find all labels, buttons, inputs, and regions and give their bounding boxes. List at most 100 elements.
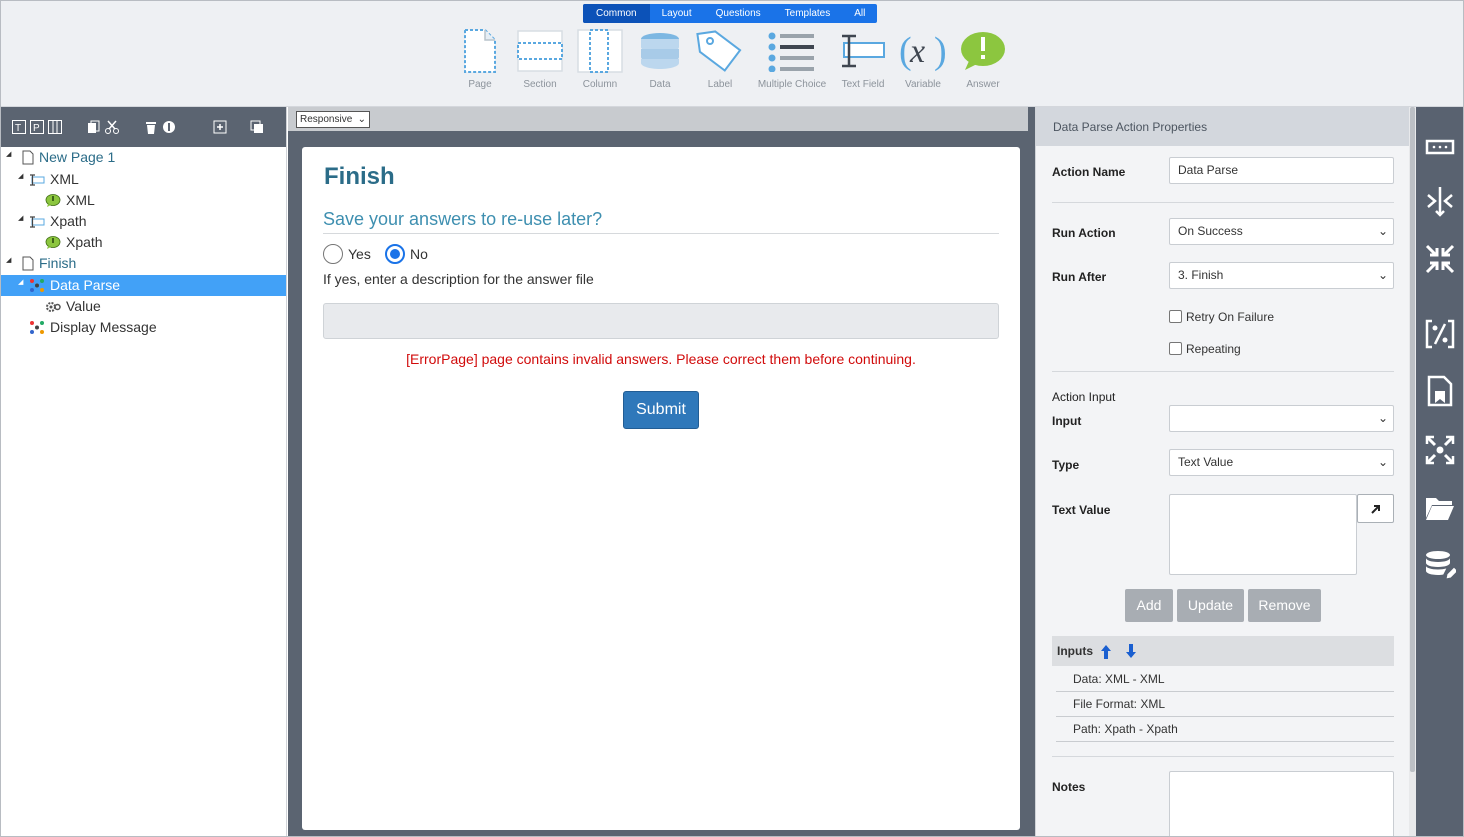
input-select[interactable]: ⌄ xyxy=(1169,405,1394,432)
tab-templates[interactable]: Templates xyxy=(773,4,843,23)
tab-questions[interactable]: Questions xyxy=(704,4,773,23)
textfield-icon xyxy=(30,216,45,228)
chevron-down-icon: ⌄ xyxy=(357,114,366,125)
columns-mode-icon[interactable] xyxy=(47,120,62,135)
properties-header: Data Parse Action Properties xyxy=(1036,107,1409,146)
merge-icon[interactable] xyxy=(1422,183,1458,219)
collapse-icon[interactable]: ◢ xyxy=(6,253,11,269)
tree-item-xml-field[interactable]: ◢ XML xyxy=(1,169,286,190)
tree-item-value[interactable]: Value xyxy=(1,296,286,317)
tree-item-finish[interactable]: ◢ Finish xyxy=(1,253,286,274)
tag-icon xyxy=(680,25,760,77)
tool-label[interactable]: Label xyxy=(680,25,760,90)
chevron-down-icon: ⌄ xyxy=(1377,224,1388,238)
description-input[interactable] xyxy=(323,303,999,339)
layout-select[interactable]: Responsive ⌄ xyxy=(296,111,370,128)
repeating-checkbox[interactable] xyxy=(1169,342,1182,355)
radio-no[interactable] xyxy=(385,244,405,264)
collapse-icon[interactable]: ◢ xyxy=(18,169,23,185)
delete-icon[interactable] xyxy=(143,120,158,135)
run-action-select[interactable]: On Success ⌄ xyxy=(1169,218,1394,245)
chevron-down-icon: ⌄ xyxy=(1377,268,1388,282)
tree-item-display-message[interactable]: Display Message xyxy=(1,317,286,338)
run-after-select[interactable]: 3. Finish ⌄ xyxy=(1169,262,1394,289)
question-heading: Save your answers to re-use later? xyxy=(323,209,999,234)
prompt-mode-icon[interactable]: P xyxy=(29,120,44,135)
database-edit-icon[interactable] xyxy=(1422,547,1458,583)
page-icon xyxy=(22,150,34,165)
collapse-icon[interactable]: ◢ xyxy=(18,211,23,227)
expand-arrows-icon[interactable] xyxy=(1422,432,1458,468)
preview-topbar: Responsive ⌄ xyxy=(288,107,1028,131)
disable-icon[interactable] xyxy=(161,120,176,135)
gear-icon xyxy=(46,302,61,312)
action-name-label: Action Name xyxy=(1052,165,1126,179)
tree-item-data-parse[interactable]: ◢ Data Parse xyxy=(1,275,286,296)
repeating-label: Repeating xyxy=(1186,342,1241,356)
error-message: [ErrorPage] page contains invalid answer… xyxy=(406,351,916,367)
radio-no-label: No xyxy=(410,246,428,262)
tree-item-new-page-1[interactable]: ◢ New Page 1 xyxy=(1,147,286,168)
tab-layout[interactable]: Layout xyxy=(650,4,704,23)
tree-item-xpath-answer[interactable]: Xpath xyxy=(1,232,286,253)
remove-button[interactable]: Remove xyxy=(1248,589,1321,622)
copy-icon[interactable] xyxy=(86,120,101,135)
input-row[interactable]: Data: XML - XML xyxy=(1056,667,1394,692)
text-value-textarea[interactable] xyxy=(1169,494,1357,575)
component-toolbar: Common Layout Questions Templates All Pa… xyxy=(1,1,1463,107)
text-value-label: Text Value xyxy=(1052,503,1111,517)
app-window: Common Layout Questions Templates All Pa… xyxy=(0,0,1464,837)
duplicate-icon[interactable] xyxy=(249,120,264,135)
properties-scrollbar[interactable] xyxy=(1409,107,1416,836)
toolbar-tabs: Common Layout Questions Templates All xyxy=(583,4,878,23)
textfield-icon xyxy=(30,174,45,186)
action-name-input[interactable]: Data Parse xyxy=(1169,157,1394,184)
collapse-arrows-icon[interactable] xyxy=(1422,241,1458,277)
input-row[interactable]: File Format: XML xyxy=(1056,692,1394,717)
input-row[interactable]: Path: Xpath - Xpath xyxy=(1056,717,1394,742)
type-select[interactable]: Text Value ⌄ xyxy=(1169,449,1394,476)
tab-common[interactable]: Common xyxy=(583,4,650,23)
notes-label: Notes xyxy=(1052,780,1086,794)
bookmark-page-icon[interactable] xyxy=(1422,373,1458,409)
action-icon xyxy=(30,321,44,334)
tree-item-xpath-field[interactable]: ◢ Xpath xyxy=(1,211,286,232)
input-label: Input xyxy=(1052,414,1082,428)
field-properties-icon[interactable] xyxy=(1422,129,1458,165)
expand-editor-button[interactable] xyxy=(1357,494,1394,523)
add-button[interactable]: Add xyxy=(1125,589,1173,622)
percent-bracket-icon[interactable] xyxy=(1422,316,1458,352)
retry-on-failure-label: Retry On Failure xyxy=(1186,310,1275,324)
collapse-icon[interactable]: ◢ xyxy=(18,275,23,291)
move-up-icon[interactable] xyxy=(1100,644,1112,660)
scrollbar-thumb[interactable] xyxy=(1410,107,1415,772)
submit-button[interactable]: Submit xyxy=(623,391,699,429)
add-child-icon[interactable] xyxy=(212,120,227,135)
answer-bubble-icon xyxy=(45,236,61,249)
tree-item-xml-answer[interactable]: XML xyxy=(1,190,286,211)
run-after-label: Run After xyxy=(1052,270,1107,284)
move-down-icon[interactable] xyxy=(1125,643,1137,659)
radio-yes-label: Yes xyxy=(348,246,371,262)
page-icon xyxy=(22,256,34,271)
action-input-label: Action Input xyxy=(1052,390,1116,404)
page-title: Finish xyxy=(324,163,395,190)
update-button[interactable]: Update xyxy=(1177,589,1244,622)
radio-yes[interactable] xyxy=(323,244,343,264)
svg-text:x: x xyxy=(909,33,925,70)
answer-bubble-icon xyxy=(45,194,61,207)
collapse-icon[interactable]: ◢ xyxy=(6,147,11,163)
retry-on-failure-checkbox[interactable] xyxy=(1169,310,1182,323)
inputs-header: Inputs xyxy=(1052,636,1394,666)
description-prompt: If yes, enter a description for the answ… xyxy=(323,271,594,287)
folder-icon[interactable] xyxy=(1422,490,1458,526)
tab-all[interactable]: All xyxy=(842,4,877,23)
cut-icon[interactable] xyxy=(104,120,119,135)
notes-textarea[interactable] xyxy=(1169,771,1394,836)
tool-answer[interactable]: Answer xyxy=(943,25,1023,90)
text-mode-icon[interactable]: T xyxy=(11,120,26,135)
divider xyxy=(1052,371,1394,372)
preview-page-card: Finish Save your answers to re-use later… xyxy=(302,147,1020,830)
tool-multiple-choice[interactable]: Multiple Choice xyxy=(752,25,832,90)
action-icon xyxy=(30,279,44,292)
